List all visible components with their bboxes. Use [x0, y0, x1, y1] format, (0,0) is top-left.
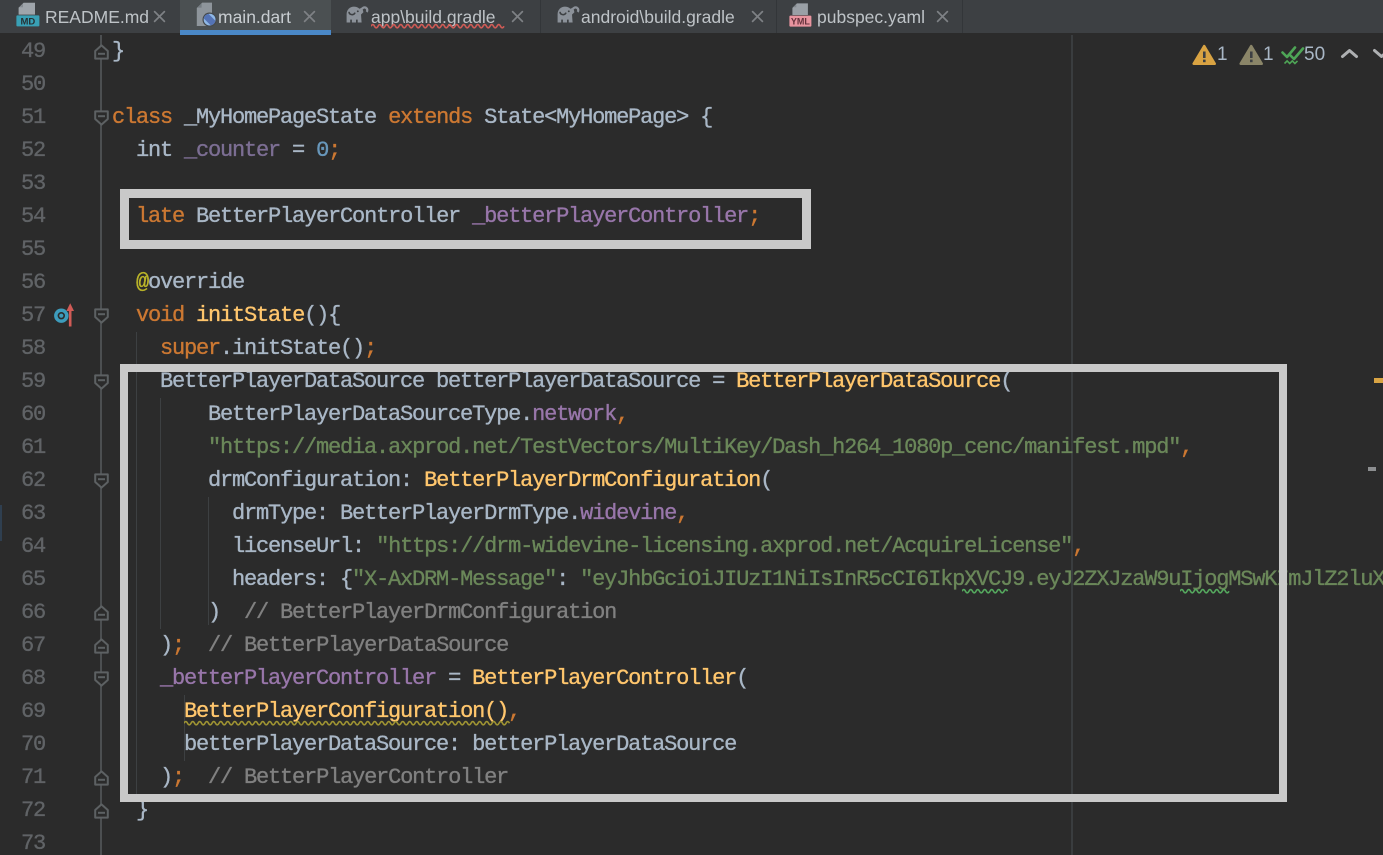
svg-text:MD: MD: [21, 16, 36, 27]
svg-text:YML: YML: [791, 16, 811, 26]
